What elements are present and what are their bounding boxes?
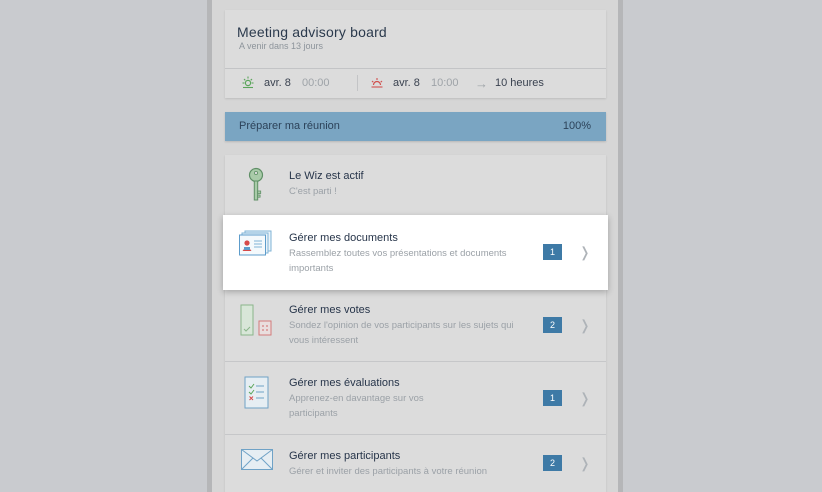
start-date: avr. 8: [264, 77, 291, 89]
meeting-subtitle: A venir dans 13 jours: [239, 41, 324, 51]
chevron-right-icon[interactable]: ❭: [579, 390, 591, 407]
key-icon: [247, 167, 265, 208]
item-description: C'est parti !: [289, 186, 337, 197]
prepare-label: Préparer ma réunion: [239, 120, 340, 132]
count-badge: 1: [543, 390, 562, 406]
item-title: Gérer mes votes: [289, 304, 371, 316]
duration: 10 heures: [495, 77, 544, 89]
prepare-percent: 100%: [562, 120, 591, 132]
item-description: Rassemblez toutes vos présentations et d…: [289, 248, 507, 274]
meeting-title: Meeting advisory board: [237, 24, 387, 40]
start-time: 00:00: [302, 77, 330, 89]
list-item-documents[interactable]: Gérer mes documents Rassemblez toutes vo…: [223, 215, 608, 290]
count-badge: 1: [543, 244, 562, 260]
list-item-participants[interactable]: Gérer mes participants Gérer et inviter …: [225, 435, 606, 492]
sunrise-icon: [241, 75, 255, 92]
list-item-wiz: Le Wiz est actif C'est parti !: [225, 155, 606, 215]
list-item-evaluations[interactable]: Gérer mes évaluations Apprenez-en davant…: [225, 362, 606, 435]
checklist-icon: [244, 376, 270, 415]
votes-icon: [239, 304, 273, 343]
list-item-votes[interactable]: Gérer mes votes Sondez l'opinion de vos …: [225, 290, 606, 362]
count-badge: 2: [543, 455, 562, 471]
documents-icon: [239, 229, 273, 262]
count-badge: 2: [543, 317, 562, 333]
chevron-right-icon[interactable]: ❭: [579, 244, 591, 261]
divider: [357, 75, 358, 91]
item-title: Le Wiz est actif: [289, 170, 364, 182]
end-time: 10:00: [431, 77, 459, 89]
item-description: Gérer et inviter des participants à votr…: [289, 466, 488, 477]
arrow-right-icon: →: [475, 76, 488, 91]
envelope-icon: [241, 449, 273, 476]
item-description: Sondez l'opinion de vos participants sur…: [289, 320, 514, 346]
chevron-right-icon[interactable]: ❭: [579, 455, 591, 472]
item-title: Gérer mes documents: [289, 232, 398, 244]
item-title: Gérer mes participants: [289, 450, 401, 462]
sunset-icon: [370, 75, 384, 92]
item-description: Apprenez-en davantage sur vos participan…: [289, 393, 424, 419]
meeting-card: Meeting advisory board A venir dans 13 j…: [225, 10, 606, 98]
end-date: avr. 8: [393, 77, 420, 89]
chevron-right-icon[interactable]: ❭: [579, 317, 591, 334]
meeting-times: avr. 8 00:00 avr. 8 10:00 → 10 heures: [225, 69, 606, 98]
item-title: Gérer mes évaluations: [289, 377, 400, 389]
prepare-meeting-bar[interactable]: Préparer ma réunion 100%: [225, 112, 606, 141]
